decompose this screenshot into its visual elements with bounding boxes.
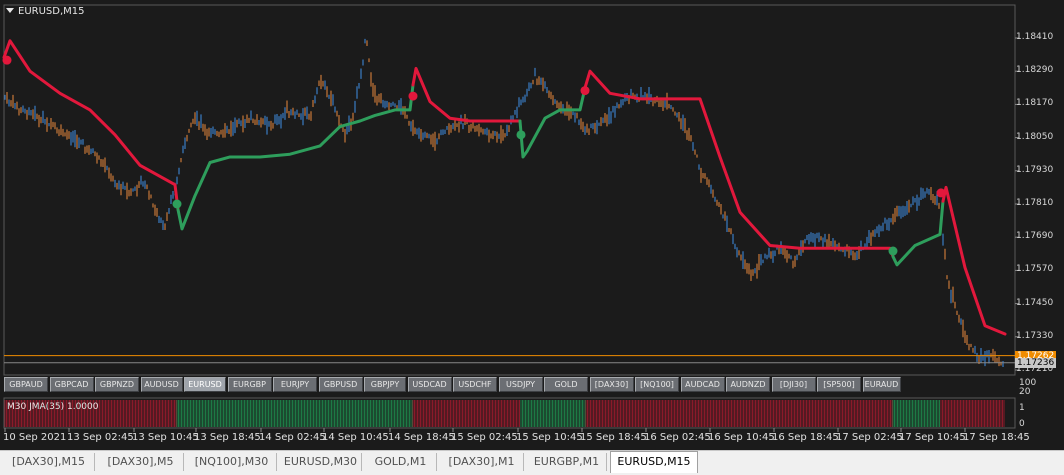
price-axis-label: 1.18050 <box>1016 131 1054 142</box>
symbol-button-nq100[interactable]: [NQ100] <box>635 377 679 392</box>
jma-line <box>2 39 1007 336</box>
symbol-button-gbpusd[interactable]: GBPUSD <box>318 377 363 392</box>
sell-signal-dot <box>408 91 418 101</box>
buy-signal-dot <box>516 130 526 140</box>
jma-down-segment <box>2 39 180 212</box>
jma-down-segment <box>583 69 895 259</box>
time-axis-label: 10 Sep 2021 <box>3 432 67 443</box>
symbol-button-gbpcad[interactable]: GBPCAD <box>49 377 94 392</box>
symbol-button-gbpjpy[interactable]: GBPJPY <box>364 377 406 392</box>
time-axis-label: 16 Sep 10:45 <box>708 432 775 443</box>
chart-tab[interactable]: EURUSD,M15 <box>610 451 698 473</box>
time-axis-label: 17 Sep 18:45 <box>963 432 1030 443</box>
buy-signal-dot <box>172 199 182 209</box>
time-axis-label: 14 Sep 18:45 <box>388 432 455 443</box>
chart-title[interactable]: EURUSD,M15 <box>6 6 84 17</box>
price-axis-label: 1.17330 <box>1016 330 1054 341</box>
chart-title-text: EURUSD,M15 <box>18 6 85 17</box>
indicator-label: M30 JMA(35) 1.0000 <box>7 402 99 412</box>
symbol-button-eurgbp[interactable]: EURGBP <box>227 377 272 392</box>
symbol-button-usdchf[interactable]: USDCHF <box>453 377 497 392</box>
symbol-button-dax30[interactable]: [DAX30] <box>589 377 634 392</box>
symbol-button-eurjpy[interactable]: EURJPY <box>273 377 317 392</box>
chart-window[interactable]: EURUSD,M15 1.18410 1.18290 1.18170 1.18050 1… <box>0 0 1064 475</box>
chart-tab[interactable]: GOLD,M1 <box>365 453 437 471</box>
price-axis-label: 1.17930 <box>1016 164 1054 175</box>
sell-signal-dot <box>2 55 12 65</box>
indicator-axis-label: 0 <box>1019 419 1025 429</box>
sell-signal-dot <box>580 86 590 96</box>
price-axis-label: 1.17690 <box>1016 231 1054 242</box>
symbol-button-audcad[interactable]: AUDCAD <box>680 377 725 392</box>
time-axis-label: 15 Sep 10:45 <box>516 432 583 443</box>
chart-tab-bar: [DAX30],M15 [DAX30],M5 [NQ100],M30 EURUSD,M… <box>0 450 1064 475</box>
indicator-axis-label: 1 <box>1019 403 1025 413</box>
symbol-button-gbpnzd[interactable]: GBPNZD <box>95 377 139 392</box>
time-axis-label: 14 Sep 02:45 <box>259 432 326 443</box>
time-axis-label: 16 Sep 02:45 <box>644 432 711 443</box>
price-axis-label: 1.17570 <box>1016 264 1054 275</box>
chart-menu-caret-icon[interactable] <box>6 8 14 13</box>
chart-tab[interactable]: [DAX30],M15 <box>3 453 95 471</box>
chart-tab[interactable]: [DAX30],M1 <box>440 453 524 471</box>
price-axis-label: 1.17810 <box>1016 198 1054 208</box>
time-axis-label: 17 Sep 10:45 <box>899 432 966 443</box>
chart-tab[interactable]: [NQ100],M30 <box>187 453 277 471</box>
time-axis-label: 15 Sep 02:45 <box>451 432 518 443</box>
symbol-button-audusd[interactable]: AUDUSD <box>140 377 183 392</box>
axis-ticks <box>4 37 1019 432</box>
indicator-axis-label: 20 <box>1019 387 1031 397</box>
time-axis-label: 13 Sep 18:45 <box>194 432 261 443</box>
price-axis-label: 1.17450 <box>1016 297 1054 308</box>
symbol-button-gbpaud[interactable]: GBPAUD <box>4 377 48 392</box>
symbol-button-dji30[interactable]: [DJI30] <box>771 377 816 392</box>
symbol-button-usdjpy[interactable]: USDJPY <box>498 377 543 392</box>
symbol-button-eurusd[interactable]: EURUSD <box>184 377 226 392</box>
jma-up-segment <box>176 83 415 231</box>
time-axis-label: 17 Sep 02:45 <box>836 432 903 443</box>
chart-tab[interactable]: EURGBP,M1 <box>527 453 607 471</box>
symbol-button-audnzd[interactable]: AUDNZD <box>726 377 770 392</box>
time-axis-label: 13 Sep 10:45 <box>132 432 199 443</box>
time-axis-label: 14 Sep 10:45 <box>322 432 389 443</box>
current-price-tag: 1.17236 <box>1015 357 1056 368</box>
symbol-button-euraud[interactable]: EURAUD <box>862 377 901 392</box>
price-plot-frame <box>3 4 1016 376</box>
symbol-button-usdcad[interactable]: USDCAD <box>407 377 452 392</box>
chart-tab[interactable]: EURUSD,M30 <box>280 453 362 471</box>
price-axis-label: 1.18290 <box>1016 65 1054 76</box>
buy-signal-dot <box>888 246 898 256</box>
symbol-button-gold[interactable]: GOLD <box>544 377 588 392</box>
jma-down-segment <box>411 66 522 123</box>
price-axis-label: 1.18170 <box>1016 98 1054 109</box>
jma-histogram <box>4 400 1005 427</box>
chart-tab[interactable]: [DAX30],M5 <box>98 453 184 471</box>
sell-signal-dot <box>936 188 946 198</box>
price-bars <box>4 38 1004 367</box>
time-axis-label: 13 Sep 02:45 <box>67 432 134 443</box>
time-axis-label: 16 Sep 18:45 <box>772 432 839 443</box>
price-axis-label: 1.18410 <box>1016 32 1054 42</box>
time-axis-label: 15 Sep 18:45 <box>580 432 647 443</box>
jma-down-segment <box>941 185 1007 336</box>
symbol-button-sp500[interactable]: [SP500] <box>817 377 861 392</box>
